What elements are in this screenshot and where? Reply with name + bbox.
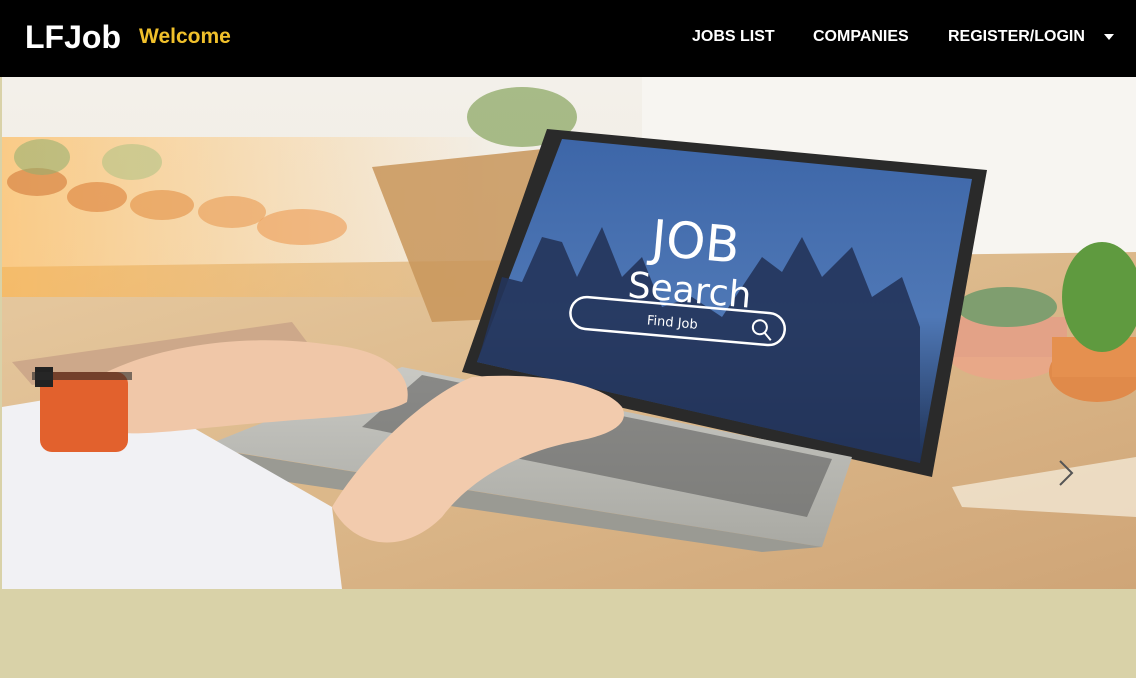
brand-logo[interactable]: LFJob [25, 18, 121, 56]
top-navbar: LFJob Welcome JOBS LIST COMPANIES REGIST… [0, 0, 1136, 77]
chevron-down-icon[interactable] [1104, 34, 1114, 40]
page-content-area [0, 589, 1136, 678]
hero-image: JOB Search Find Job [2, 77, 1136, 589]
hero-carousel: JOB Search Find Job [2, 77, 1136, 589]
welcome-text: Welcome [139, 25, 231, 48]
chevron-right-icon[interactable] [1055, 458, 1079, 488]
nav-companies[interactable]: COMPANIES [813, 27, 909, 47]
screen-title-job: JOB [646, 209, 742, 275]
nav-jobs-list[interactable]: JOBS LIST [692, 27, 775, 47]
nav-register-login-dropdown[interactable]: REGISTER/LOGIN [948, 27, 1085, 47]
